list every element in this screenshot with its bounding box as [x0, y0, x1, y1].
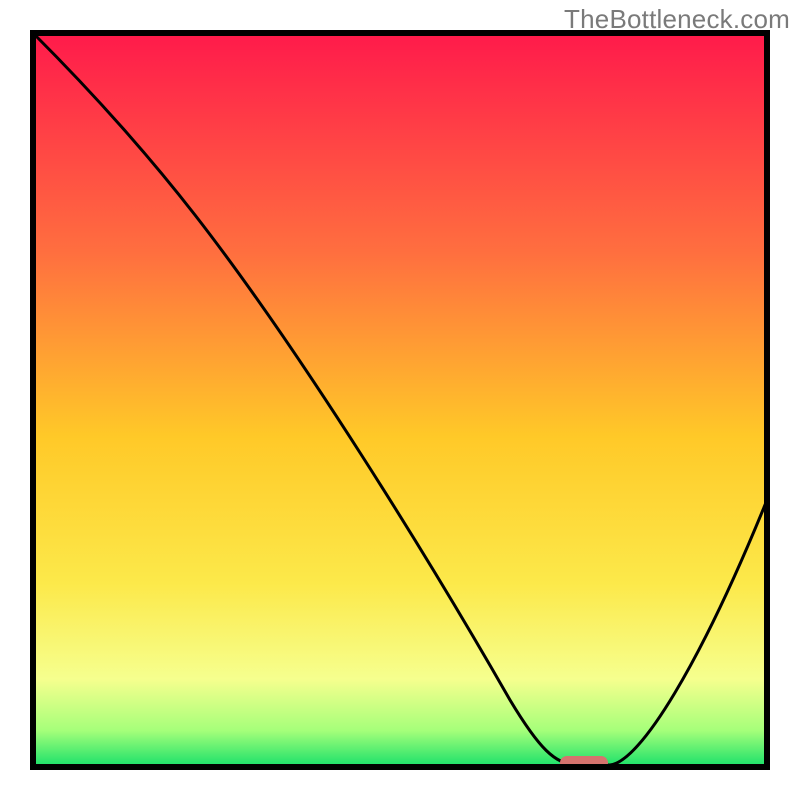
chart-stage: TheBottleneck.com	[0, 0, 800, 800]
chart-svg	[0, 0, 800, 800]
plot-gradient	[33, 33, 767, 767]
watermark-text: TheBottleneck.com	[564, 4, 790, 35]
